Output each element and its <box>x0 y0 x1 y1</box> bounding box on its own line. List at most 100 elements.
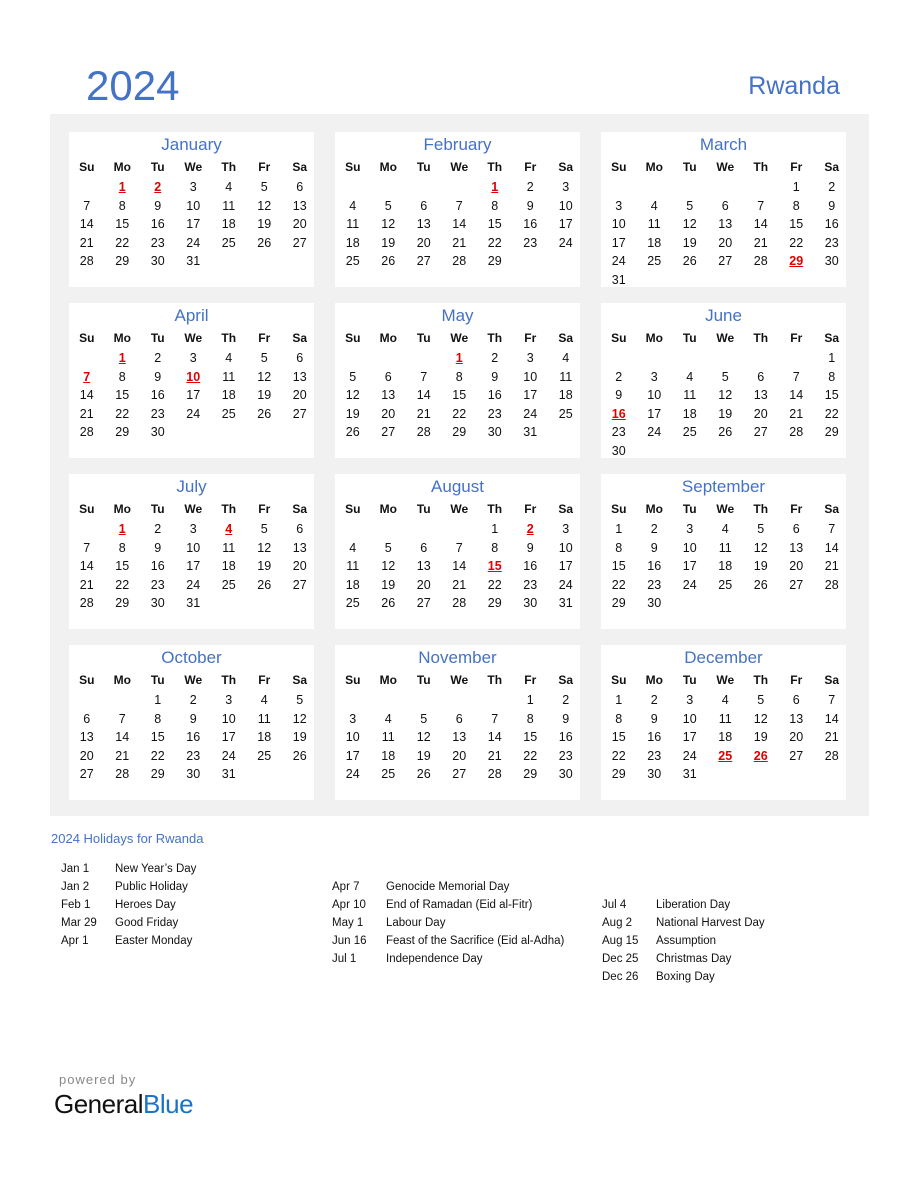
day-cell: 18 <box>718 559 733 573</box>
weekday-label: Su <box>345 331 361 345</box>
day-cell: 3 <box>686 693 694 707</box>
day-cell: 13 <box>452 730 467 744</box>
holiday-date: Jun 16 <box>332 935 367 947</box>
weekday-label: Mo <box>645 331 663 345</box>
day-cell: 4 <box>562 351 570 365</box>
day-cell: 26 <box>416 767 431 781</box>
weekday-label: Tu <box>682 673 697 687</box>
day-cell: 25 <box>221 577 236 592</box>
weekday-label: Th <box>753 673 769 687</box>
weekday-header: Su Mo Tu We Th Fr Sa <box>601 672 846 688</box>
day-cell: 21 <box>753 235 768 250</box>
day-cell: 30 <box>647 767 662 781</box>
day-cell: 3 <box>615 198 623 213</box>
empty-cell <box>69 520 105 539</box>
day-cell: 29 <box>487 596 502 610</box>
holiday-name: Christmas Day <box>656 953 732 965</box>
day-cell: 15 <box>115 559 130 573</box>
day-cell: 14 <box>79 388 94 402</box>
day-cell: 24 <box>523 406 538 421</box>
empty-cell <box>335 178 371 197</box>
weekday-label: Mo <box>113 160 131 174</box>
day-cell: 30 <box>647 596 662 610</box>
empty-cell <box>442 520 478 539</box>
weekday-label: Fr <box>790 673 803 687</box>
holiday-name: Public Holiday <box>115 881 188 893</box>
month-may: May Su Mo Tu We Th Fr Sa 1 2 3 4 5 6 7 8 9 10 11 12 13 14 15 16… <box>335 303 580 458</box>
weekday-label: Sa <box>292 160 308 174</box>
day-cell: 6 <box>420 198 428 213</box>
holiday-name: Liberation Day <box>656 899 731 911</box>
weekday-label: Th <box>221 502 237 516</box>
empty-cell <box>406 691 442 710</box>
day-cell: 11 <box>381 730 395 744</box>
day-cell: 28 <box>79 425 94 439</box>
day-cell: 23 <box>523 235 538 250</box>
month-name: November <box>418 648 497 667</box>
day-cell: 16 <box>647 559 662 573</box>
day-cell: 26 <box>257 406 272 421</box>
day-cell: 26 <box>257 577 272 592</box>
weekday-label: Tu <box>682 160 697 174</box>
month-name: August <box>431 477 484 496</box>
month-name: September <box>681 477 766 496</box>
day-grid: 1 2 3 4 5 6 7 8 9 10 11 12 13 14 15 16 17 18 19 20 21 22 23 24 2… <box>601 520 846 613</box>
weekday-label: Mo <box>379 331 397 345</box>
day-cell: 11 <box>222 369 236 384</box>
holiday-name: Feast of the Sacrifice (Eid al-Adha) <box>386 935 565 947</box>
day-cell: 11 <box>718 711 732 726</box>
empty-cell <box>601 349 637 368</box>
holiday-item: Jan 2 Public Holiday <box>61 878 196 896</box>
brand-general: General <box>54 1089 144 1119</box>
day-cell: 6 <box>384 369 392 384</box>
day-cell: 28 <box>824 577 839 592</box>
generalblue-logo[interactable]: GeneralBlue <box>54 1088 194 1120</box>
day-cell: 7 <box>828 522 836 536</box>
holiday-name: Independence Day <box>386 953 483 965</box>
day-cell: 23 <box>150 406 165 421</box>
day-cell: 1 <box>792 180 800 194</box>
day-grid: 1 2 3 4 5 6 7 8 9 10 11 12 13 14 15 16 17 18 19 20 21 22 23 24 2… <box>601 178 846 289</box>
day-cell: 16 <box>150 559 165 573</box>
holiday-item: Dec 25 Christmas Day <box>602 950 765 968</box>
day-cell: 30 <box>487 425 502 439</box>
day-cell: 30 <box>824 254 839 268</box>
weekday-label: Sa <box>824 160 840 174</box>
day-cell: 5 <box>384 198 392 213</box>
holiday-date: Aug 2 <box>602 917 633 929</box>
day-cell: 27 <box>381 425 396 439</box>
holiday-column: Jul 4 Liberation Day Aug 2 National Harvest… <box>602 896 765 986</box>
day-cell: 20 <box>416 235 431 250</box>
day-cell: 10 <box>186 198 201 213</box>
weekday-label: Tu <box>682 502 697 516</box>
day-cell: 24 <box>682 577 697 592</box>
day-cell: 24 <box>682 748 697 763</box>
weekday-label: Fr <box>790 502 803 516</box>
day-cell: 23 <box>611 425 626 439</box>
day-cell: 4 <box>349 198 357 213</box>
day-cell: 21 <box>824 730 839 744</box>
month-april: April Su Mo Tu We Th Fr Sa 1 2 3 4 5 6 7 8 9 10 11 12 13 14 15… <box>69 303 314 458</box>
month-name: October <box>161 648 222 667</box>
day-cell: 29 <box>824 425 839 439</box>
day-cell: 14 <box>789 388 804 402</box>
month-december: December Su Mo Tu We Th Fr Sa 1 2 3 4 5 6 7 8 9 10 11 12 13 1… <box>601 645 846 800</box>
holiday-date: Jul 4 <box>602 899 627 911</box>
day-cell: 31 <box>611 272 626 287</box>
empty-cell <box>637 178 673 197</box>
day-cell: 21 <box>416 406 431 421</box>
holiday-day: 2 <box>526 522 534 536</box>
day-cell: 11 <box>346 217 360 231</box>
day-cell: 13 <box>381 388 396 402</box>
month-name: February <box>423 135 492 154</box>
day-cell: 26 <box>292 748 307 763</box>
holiday-date: Feb 1 <box>61 899 91 911</box>
day-cell: 13 <box>789 711 804 726</box>
weekday-label: Tu <box>416 502 431 516</box>
day-cell: 17 <box>186 217 201 231</box>
day-cell: 17 <box>682 730 697 744</box>
day-cell: 23 <box>647 577 662 592</box>
day-cell: 12 <box>753 711 768 726</box>
day-cell: 16 <box>487 388 502 402</box>
month-september: September Su Mo Tu We Th Fr Sa 1 2 3 4 5 6 7 8 9 10 11 12 13… <box>601 474 846 629</box>
